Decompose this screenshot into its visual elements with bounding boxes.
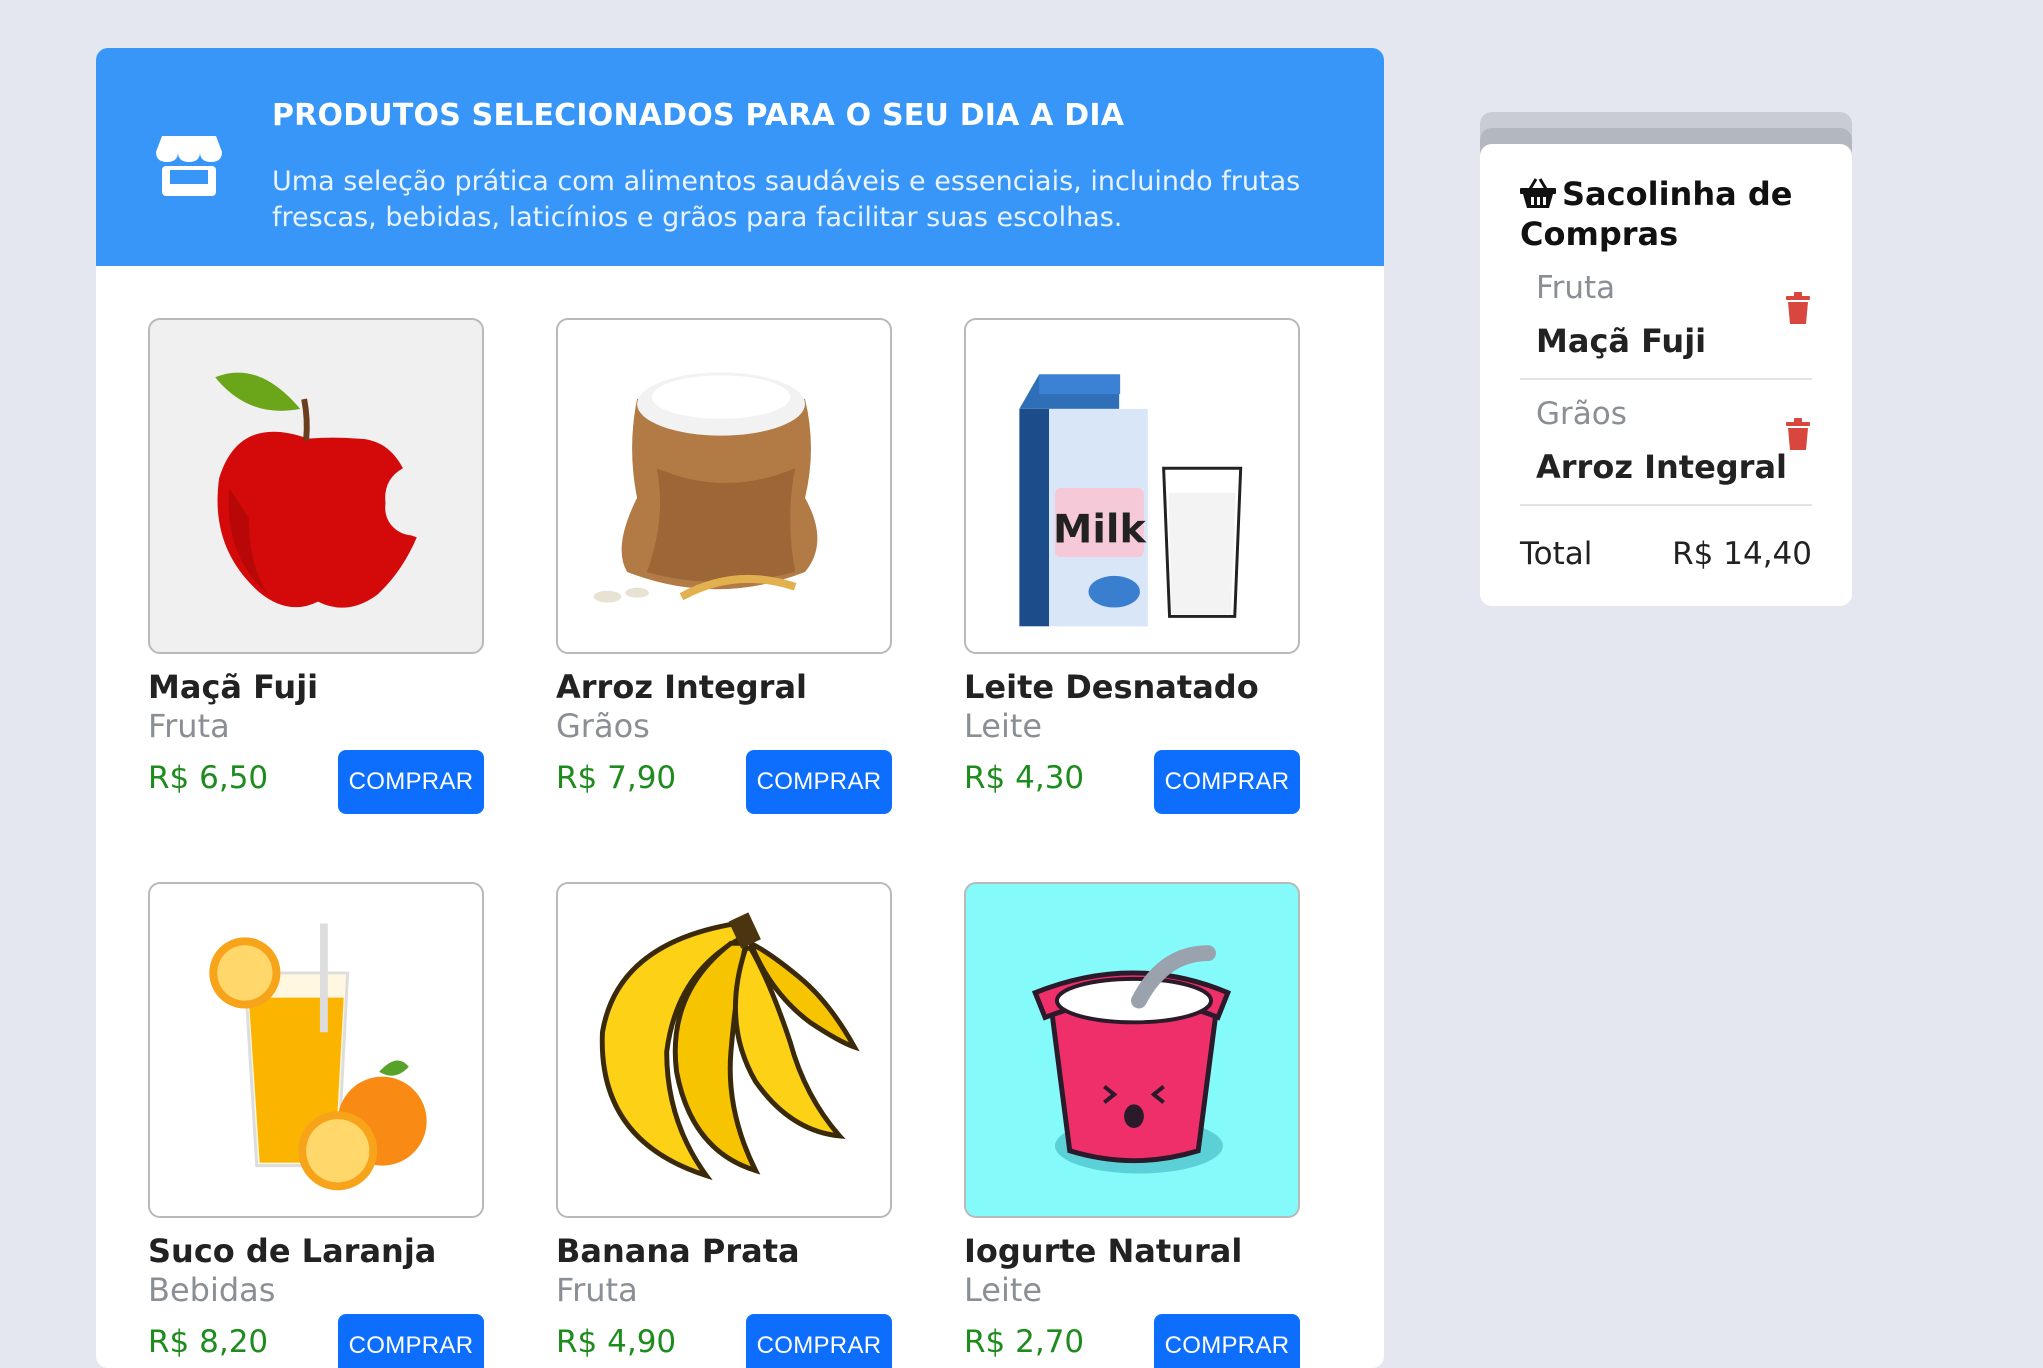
buy-button[interactable]: COMPRAR	[1154, 750, 1300, 814]
trash-icon[interactable]	[1786, 418, 1810, 450]
shopping-cart: Sacolinha de Compras Fruta Maçã Fuji Grã…	[1480, 144, 1852, 606]
page-description: Uma seleção prática com alimentos saudáv…	[272, 166, 1301, 233]
milk-label: Milk	[1053, 506, 1147, 552]
cart-item-category: Grãos	[1536, 396, 1627, 432]
cart-item-category: Fruta	[1536, 270, 1616, 306]
product-category: Leite	[964, 1271, 1043, 1309]
product-price: R$ 2,70	[964, 1324, 1085, 1360]
product-image-milk[interactable]: Milk	[964, 318, 1300, 654]
product-image-apple[interactable]	[148, 318, 484, 654]
product-image-yogurt[interactable]	[964, 882, 1300, 1218]
product-category: Bebidas	[148, 1271, 276, 1309]
product-image-orange-juice[interactable]	[148, 882, 484, 1218]
product-name: Iogurte Natural	[964, 1232, 1243, 1270]
cart-item: Grãos Arroz Integral	[1520, 380, 1812, 506]
product-category: Leite	[964, 707, 1043, 745]
product-name: Suco de Laranja	[148, 1232, 437, 1270]
product-name: Arroz Integral	[556, 668, 808, 706]
buy-button[interactable]: COMPRAR	[338, 750, 484, 814]
product-card: Maçã Fuji Fruta R$ 6,50 COMPRAR	[148, 318, 484, 814]
cart-total-value: R$ 14,40	[1672, 536, 1812, 572]
product-category: Grãos	[556, 707, 650, 745]
product-card: Arroz Integral Grãos R$ 7,90 COMPRAR	[556, 318, 892, 814]
buy-button[interactable]: COMPRAR	[746, 1314, 892, 1368]
cart-title: Sacolinha de Compras	[1520, 174, 1812, 254]
basket-icon	[1520, 178, 1556, 208]
product-name: Banana Prata	[556, 1232, 800, 1270]
product-card: Suco de Laranja Bebidas R$ 8,20 COMPRAR	[148, 882, 484, 1368]
cart-total-label: Total	[1520, 536, 1593, 572]
buy-button[interactable]: COMPRAR	[746, 750, 892, 814]
product-category: Fruta	[148, 707, 230, 745]
cart-item-name: Arroz Integral	[1536, 448, 1788, 486]
cart-title-text: Sacolinha de Compras	[1520, 175, 1793, 253]
product-image-banana[interactable]	[556, 882, 892, 1218]
product-card: Banana Prata Fruta R$ 4,90 COMPRAR	[556, 882, 892, 1368]
product-name: Leite Desnatado	[964, 668, 1259, 706]
buy-button[interactable]: COMPRAR	[1154, 1314, 1300, 1368]
page-title: PRODUTOS SELECIONADOS PARA O SEU DIA A D…	[272, 98, 1125, 133]
products-panel: PRODUTOS SELECIONADOS PARA O SEU DIA A D…	[96, 48, 1384, 1368]
cart-item: Fruta Maçã Fuji	[1520, 254, 1812, 380]
product-price: R$ 7,90	[556, 760, 677, 796]
cart-item-name: Maçã Fuji	[1536, 322, 1707, 360]
product-price: R$ 4,30	[964, 760, 1085, 796]
product-price: R$ 8,20	[148, 1324, 269, 1360]
product-name: Maçã Fuji	[148, 668, 319, 706]
store-icon	[156, 136, 222, 196]
product-card: Milk Leite Desnatado Leite R$ 4,30 COMPR…	[964, 318, 1300, 814]
cart-total: Total R$ 14,40	[1520, 506, 1812, 596]
panel-header: PRODUTOS SELECIONADOS PARA O SEU DIA A D…	[96, 48, 1384, 266]
product-category: Fruta	[556, 1271, 638, 1309]
buy-button[interactable]: COMPRAR	[338, 1314, 484, 1368]
product-price: R$ 4,90	[556, 1324, 677, 1360]
product-price: R$ 6,50	[148, 760, 269, 796]
product-card: Iogurte Natural Leite R$ 2,70 COMPRAR	[964, 882, 1300, 1368]
trash-icon[interactable]	[1786, 292, 1810, 324]
product-image-rice[interactable]	[556, 318, 892, 654]
